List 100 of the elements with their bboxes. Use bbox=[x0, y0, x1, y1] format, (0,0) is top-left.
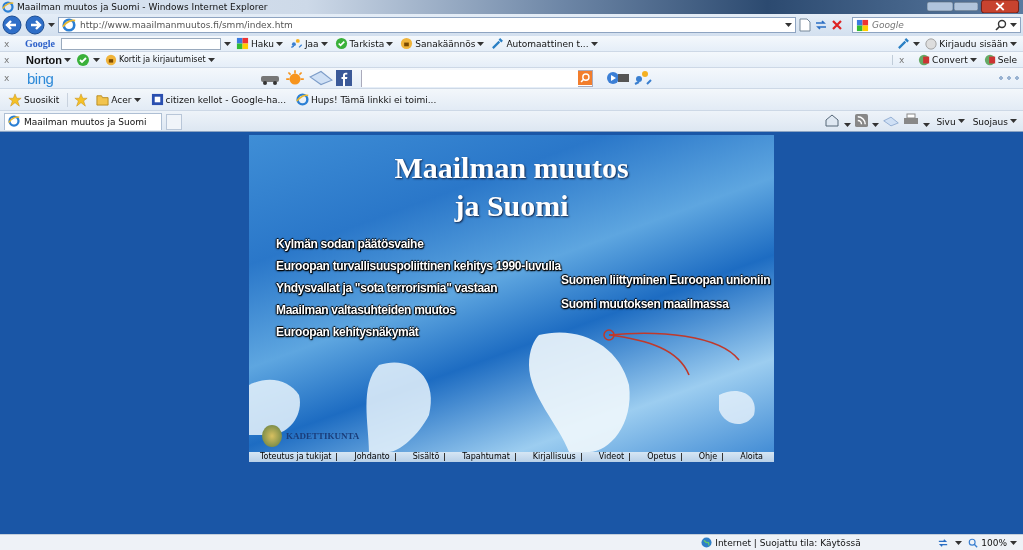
nav-link[interactable]: Tapahtumat bbox=[457, 453, 516, 461]
minimize-button[interactable] bbox=[927, 0, 953, 13]
search-button[interactable] bbox=[578, 71, 593, 85]
select-button[interactable]: Sele bbox=[981, 53, 1019, 66]
topic-link[interactable]: Kylmän sodan päätösvaihe bbox=[276, 237, 561, 251]
nav-link[interactable]: Opetus bbox=[642, 453, 682, 461]
toolbar-item-icon bbox=[400, 37, 414, 50]
caret-icon[interactable] bbox=[1010, 540, 1017, 545]
forward-button[interactable] bbox=[25, 15, 45, 35]
favorites-button[interactable]: Suosikit bbox=[6, 92, 69, 107]
caret-icon[interactable] bbox=[275, 41, 283, 46]
caret-icon[interactable] bbox=[957, 118, 965, 123]
zoom-button[interactable]: 100% bbox=[968, 537, 1017, 548]
toolbar-item-icon bbox=[289, 37, 303, 50]
user-icon bbox=[925, 37, 938, 50]
favorite-link[interactable]: citizen kellot - Google-ha... bbox=[148, 93, 289, 106]
caret-icon[interactable] bbox=[224, 41, 231, 46]
page-icon bbox=[296, 93, 310, 106]
select-icon bbox=[983, 53, 996, 66]
command-menu[interactable]: Suojaus bbox=[970, 117, 1019, 127]
security-zone[interactable]: Internet | Suojattu tila: Käytössä bbox=[701, 537, 932, 548]
page-icon bbox=[62, 18, 76, 32]
caret-icon[interactable] bbox=[969, 57, 977, 62]
star-icon bbox=[8, 92, 22, 107]
check-icon[interactable] bbox=[76, 52, 91, 67]
caret-icon[interactable] bbox=[955, 540, 963, 545]
stop-button[interactable] bbox=[831, 19, 843, 31]
caret-icon[interactable] bbox=[1010, 118, 1017, 123]
search-field[interactable]: Google bbox=[852, 17, 1021, 33]
close-toolbar-button[interactable]: x bbox=[892, 54, 914, 65]
close-toolbar-button[interactable]: x bbox=[4, 54, 18, 65]
caret-icon[interactable] bbox=[207, 57, 215, 62]
caret-icon[interactable] bbox=[64, 57, 72, 62]
wrench-icon[interactable] bbox=[897, 37, 911, 50]
nav-link[interactable]: Kirjallisuus bbox=[527, 453, 582, 461]
nav-link[interactable]: Johdanto bbox=[349, 453, 396, 461]
caret-icon[interactable] bbox=[1010, 23, 1017, 27]
url-text: http://www.maailmanmuutos.fi/smm/index.htm bbox=[80, 20, 294, 30]
folder-icon bbox=[96, 93, 110, 106]
window-title: Maailman muutos ja Suomi - Windows Internet Explorer bbox=[17, 2, 268, 12]
caret-icon[interactable] bbox=[1010, 41, 1017, 46]
back-button[interactable] bbox=[2, 15, 22, 35]
title-line: ja Suomi bbox=[453, 188, 570, 224]
maximize-button[interactable] bbox=[954, 0, 978, 13]
toolbar-button[interactable]: Haku bbox=[234, 37, 285, 50]
logo-text: KADETTIKUNTA bbox=[286, 431, 360, 441]
command-menu[interactable]: Sivu bbox=[934, 117, 967, 127]
search-provider-icon bbox=[856, 18, 869, 32]
toolbar-item-icon bbox=[334, 37, 348, 50]
sign-in-button[interactable]: Kirjaudu sisään bbox=[923, 37, 1019, 50]
emblem-icon bbox=[262, 425, 282, 447]
close-toolbar-button[interactable]: x bbox=[4, 38, 18, 49]
caret-icon[interactable] bbox=[477, 41, 485, 46]
more-dots-icon[interactable] bbox=[997, 76, 1019, 80]
caret-icon[interactable] bbox=[320, 41, 328, 46]
toolbar-button[interactable]: Jaa bbox=[287, 37, 330, 50]
video-icon[interactable] bbox=[606, 70, 631, 86]
favorite-link[interactable]: Hups! Tämä linkki ei toimi... bbox=[294, 93, 439, 106]
caret-icon[interactable] bbox=[913, 41, 921, 46]
browser-icon bbox=[2, 1, 14, 13]
facebook-icon[interactable] bbox=[336, 70, 353, 86]
address-field[interactable]: http://www.maailmanmuutos.fi/smm/index.htm bbox=[58, 17, 796, 33]
search-field[interactable] bbox=[361, 69, 594, 87]
landmass-shape bbox=[249, 379, 300, 435]
favorite-link[interactable]: Acer bbox=[94, 93, 143, 106]
caret-icon[interactable] bbox=[386, 41, 394, 46]
caret-icon[interactable] bbox=[93, 57, 101, 62]
convert-icon bbox=[918, 53, 931, 66]
title-line: Maailman muutos bbox=[393, 150, 630, 186]
nav-link[interactable]: Videot bbox=[593, 453, 631, 461]
cards-menu[interactable]: Kortit ja kirjautumiset bbox=[103, 53, 217, 66]
nav-link[interactable]: Toteutus ja tukijat bbox=[254, 453, 338, 461]
people-icon[interactable] bbox=[633, 70, 654, 86]
topic-link[interactable]: Suomen liittyminen Euroopan unioniin bbox=[561, 273, 771, 287]
caret-icon[interactable] bbox=[590, 41, 598, 46]
toolbar-item-icon bbox=[491, 37, 505, 50]
page-icon bbox=[150, 93, 164, 106]
convert-button[interactable]: Convert bbox=[916, 53, 979, 66]
google-logo: Google bbox=[25, 38, 55, 49]
zoom-icon bbox=[968, 537, 979, 548]
refresh-button[interactable] bbox=[814, 19, 828, 31]
caret-icon[interactable] bbox=[844, 123, 852, 127]
close-button[interactable] bbox=[979, 0, 1021, 13]
caret-icon[interactable] bbox=[785, 23, 792, 27]
caret-icon[interactable] bbox=[48, 23, 55, 27]
norton-menu[interactable]: Norton bbox=[21, 53, 74, 66]
browser-tab[interactable]: Maailman muutos ja Suomi bbox=[4, 113, 162, 130]
toolbar-button[interactable]: Tarkista bbox=[332, 37, 396, 50]
toolbar-button[interactable]: Automaattinen t... bbox=[489, 37, 600, 50]
search-icon[interactable] bbox=[995, 19, 1007, 31]
caret-icon[interactable] bbox=[923, 123, 931, 127]
caret-icon[interactable] bbox=[133, 97, 141, 102]
topic-link[interactable]: Suomi muutoksen maailmassa bbox=[561, 297, 771, 311]
close-toolbar-button[interactable]: x bbox=[4, 73, 18, 83]
nav-link[interactable]: Sisältö bbox=[407, 453, 446, 461]
nav-link[interactable]: Aloita bbox=[735, 453, 769, 461]
nav-link[interactable]: Ohje bbox=[693, 453, 724, 461]
search-input[interactable] bbox=[61, 37, 221, 50]
toolbar-button[interactable]: Sanakäännös bbox=[398, 37, 487, 50]
caret-icon[interactable] bbox=[872, 123, 880, 127]
